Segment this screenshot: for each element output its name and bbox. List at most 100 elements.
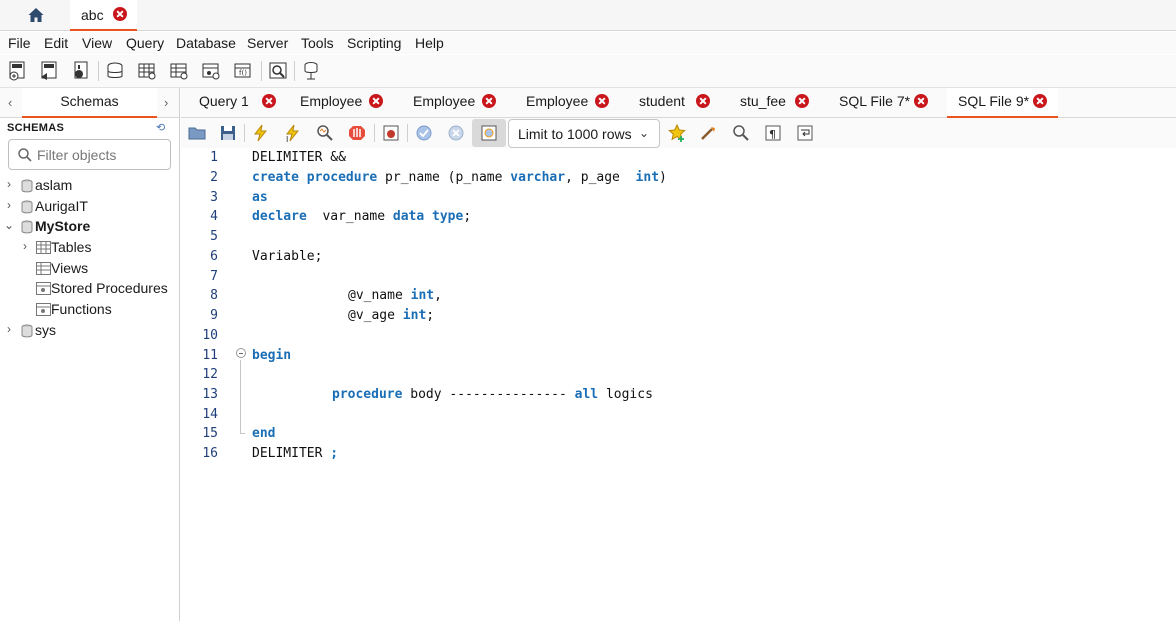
- chevron-right-icon[interactable]: ›: [23, 239, 27, 253]
- new-sql-tab-icon[interactable]: [7, 60, 29, 82]
- filter-objects-field[interactable]: [8, 139, 171, 170]
- save-icon[interactable]: [218, 123, 238, 143]
- explain-icon[interactable]: [315, 123, 335, 143]
- tab-student[interactable]: student: [631, 88, 731, 118]
- menu-file[interactable]: File: [8, 35, 31, 51]
- menu-server[interactable]: Server: [247, 35, 288, 51]
- tab-query-1[interactable]: Query 1: [187, 88, 292, 118]
- tab-stu-fee[interactable]: stu_fee: [731, 88, 830, 118]
- menu-view[interactable]: View: [82, 35, 112, 51]
- open-sql-file-icon[interactable]: [38, 60, 60, 82]
- tree-item-views[interactable]: Views: [0, 260, 179, 280]
- close-icon[interactable]: [262, 94, 276, 108]
- code-text: DELIMITER &&: [252, 150, 346, 165]
- add-snippet-icon[interactable]: [667, 123, 687, 143]
- schema-row-aurigait[interactable]: › AurigaIT: [0, 198, 179, 218]
- tree-item-label: Stored Procedures: [51, 280, 168, 296]
- menu-query[interactable]: Query: [126, 35, 164, 51]
- tables-folder-icon: [36, 241, 51, 254]
- beautify-icon[interactable]: [699, 123, 719, 143]
- autocommit-icon[interactable]: [479, 123, 499, 143]
- close-icon[interactable]: [113, 7, 127, 21]
- close-icon[interactable]: [795, 94, 809, 108]
- chevron-down-icon[interactable]: ⌄: [4, 218, 14, 232]
- filter-objects-input[interactable]: [37, 145, 167, 165]
- close-icon[interactable]: [369, 94, 383, 108]
- close-icon[interactable]: [696, 94, 710, 108]
- line-number: 5: [210, 229, 218, 244]
- menu-edit[interactable]: Edit: [44, 35, 68, 51]
- code-text: , p_age: [565, 170, 636, 185]
- chevron-right-icon[interactable]: ›: [7, 177, 11, 191]
- tab-employee[interactable]: Employee: [518, 88, 631, 118]
- rollback-icon[interactable]: [446, 123, 466, 143]
- refresh-icon[interactable]: ⟲: [156, 121, 165, 134]
- procedures-folder-icon: [36, 282, 51, 295]
- code-keyword: procedure: [332, 387, 403, 402]
- create-table-icon[interactable]: [136, 60, 158, 82]
- toggle-error-stop-icon[interactable]: [381, 123, 401, 143]
- menu-bar: File Edit View Query Database Server Too…: [0, 32, 1176, 54]
- fold-guide: [240, 360, 241, 433]
- stop-icon[interactable]: [347, 123, 367, 143]
- open-folder-icon[interactable]: [187, 123, 207, 143]
- schema-row-sys[interactable]: › sys: [0, 322, 179, 342]
- code-keyword: int: [635, 170, 660, 185]
- svg-text:f(): f(): [239, 69, 247, 77]
- tree-item-functions[interactable]: Functions: [0, 301, 179, 321]
- tab-schemas[interactable]: Schemas: [22, 88, 157, 118]
- create-schema-icon[interactable]: [104, 60, 126, 82]
- chevron-right-icon[interactable]: ›: [7, 322, 11, 336]
- chevron-right-icon[interactable]: ›: [164, 95, 168, 110]
- functions-folder-icon: [36, 303, 51, 316]
- chevron-right-icon[interactable]: ›: [7, 198, 11, 212]
- close-icon[interactable]: [482, 94, 496, 108]
- sql-code-editor[interactable]: 1 2 3 4 5 6 7 8 9 10 11 12 13 14 15 16 D…: [181, 148, 1176, 621]
- find-icon[interactable]: [731, 123, 751, 143]
- schema-row-mystore[interactable]: ⌄ MyStore: [0, 218, 179, 238]
- code-text: var_name: [306, 209, 393, 224]
- schema-row-aslam[interactable]: › aslam: [0, 177, 179, 197]
- home-icon[interactable]: [27, 6, 45, 24]
- word-wrap-icon[interactable]: [795, 123, 815, 143]
- tree-item-label: Views: [51, 260, 89, 276]
- line-number: 15: [202, 426, 218, 441]
- reconnect-icon[interactable]: [300, 60, 322, 82]
- limit-rows-select[interactable]: Limit to 1000 rows ⌄: [508, 119, 660, 148]
- line-number: 7: [210, 269, 218, 284]
- fold-toggle-icon[interactable]: [236, 348, 246, 358]
- schemas-section-title: SCHEMAS: [7, 122, 65, 134]
- execute-current-statement-icon[interactable]: I: [283, 123, 303, 143]
- code-line: create procedure pr_name (p_name varchar…: [252, 170, 667, 185]
- invisible-chars-icon[interactable]: ¶: [763, 123, 783, 143]
- chevron-left-icon[interactable]: ‹: [8, 95, 12, 110]
- menu-scripting[interactable]: Scripting: [347, 35, 401, 51]
- create-procedure-icon[interactable]: [200, 60, 222, 82]
- chevron-down-icon: ⌄: [639, 126, 650, 140]
- schema-name: AurigaIT: [35, 198, 88, 214]
- tab-sql-file-9[interactable]: SQL File 9*: [947, 88, 1058, 118]
- connection-tab[interactable]: abc: [70, 0, 137, 31]
- tab-employee[interactable]: Employee: [405, 88, 518, 118]
- toolbar-separator: [407, 124, 408, 142]
- create-view-icon[interactable]: [168, 60, 190, 82]
- code-keyword: declare: [252, 209, 307, 224]
- tab-employee[interactable]: Employee: [292, 88, 405, 118]
- line-number: 16: [202, 446, 218, 461]
- commit-icon[interactable]: [414, 123, 434, 143]
- close-icon[interactable]: [595, 94, 609, 108]
- execute-icon[interactable]: [251, 123, 271, 143]
- tree-item-stored-procedures[interactable]: Stored Procedures: [0, 280, 179, 300]
- menu-tools[interactable]: Tools: [301, 35, 334, 51]
- close-icon[interactable]: [914, 94, 928, 108]
- inspector-icon[interactable]: [70, 60, 92, 82]
- tree-item-tables[interactable]: › Tables: [0, 239, 179, 259]
- close-icon[interactable]: [1033, 94, 1047, 108]
- menu-database[interactable]: Database: [176, 35, 236, 51]
- tab-sql-file-7[interactable]: SQL File 7*: [830, 88, 947, 118]
- code-text: ): [659, 170, 667, 185]
- search-table-data-icon[interactable]: [267, 60, 289, 82]
- code-line: as: [252, 190, 268, 205]
- menu-help[interactable]: Help: [415, 35, 444, 51]
- create-function-icon[interactable]: f(): [232, 60, 254, 82]
